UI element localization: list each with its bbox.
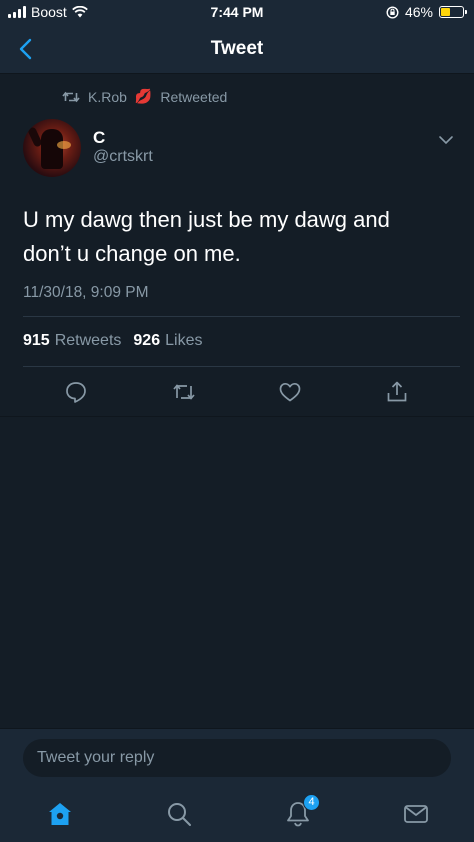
nav-bar: Tweet: [0, 24, 474, 74]
author-handle[interactable]: @crtskrt: [93, 148, 153, 166]
reply-icon[interactable]: [64, 380, 88, 404]
tweet-stats: 915 Retweets 926 Likes: [23, 332, 202, 350]
notifications-badge: 4: [303, 794, 320, 811]
battery-icon: [439, 6, 467, 18]
reply-bar: [0, 728, 474, 786]
status-right: 46%: [386, 4, 467, 20]
reply-input[interactable]: [23, 739, 451, 777]
divider: [23, 316, 460, 317]
orientation-lock-icon: [386, 5, 399, 19]
section-divider: [0, 416, 474, 417]
home-icon[interactable]: [46, 800, 74, 828]
status-bar: Boost 7:44 PM 46%: [0, 0, 474, 24]
retweeted-label: Retweeted: [160, 88, 228, 105]
tweet-actions: [0, 376, 474, 408]
retweeted-by[interactable]: K.Rob 💋 Retweeted: [62, 88, 227, 105]
retweet-icon[interactable]: [172, 380, 196, 404]
retweets-stat[interactable]: 915 Retweets: [23, 332, 121, 350]
notifications-tab[interactable]: 4: [284, 794, 320, 828]
retweet-small-icon: [62, 91, 80, 102]
chevron-down-icon[interactable]: [438, 134, 454, 146]
page-title: Tweet: [210, 38, 264, 59]
messages-icon[interactable]: [402, 800, 430, 828]
avatar[interactable]: [23, 119, 81, 177]
share-icon[interactable]: [385, 380, 409, 404]
likes-stat[interactable]: 926 Likes: [133, 332, 202, 350]
battery-percent: 46%: [404, 4, 433, 20]
retweeter-name: K.Rob: [88, 88, 127, 105]
tab-bar: 4: [0, 786, 474, 842]
author-name[interactable]: C: [93, 128, 105, 148]
kiss-emoji: 💋: [134, 88, 153, 104]
divider: [23, 366, 460, 367]
like-icon[interactable]: [278, 380, 302, 404]
tweet-timestamp: 11/30/18, 9:09 PM: [23, 284, 149, 301]
search-icon[interactable]: [165, 800, 193, 828]
tweet-text: U my dawg then just be my dawg and don’t…: [23, 207, 390, 266]
